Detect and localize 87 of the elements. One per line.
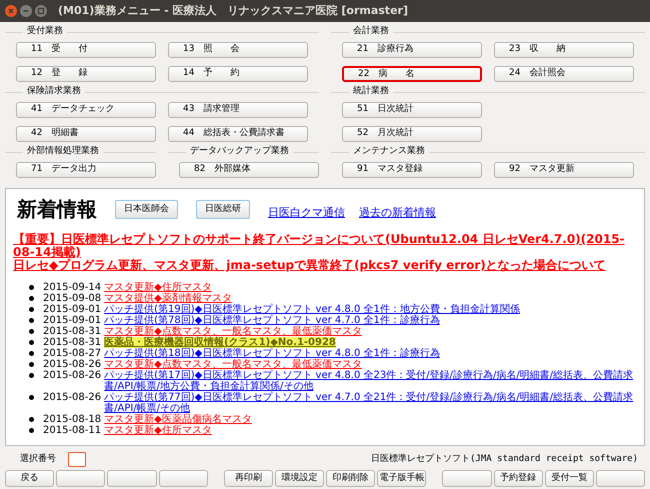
section-title: 外部情報処理業務: [26, 145, 100, 158]
menu-button[interactable]: 22 病 名: [342, 66, 482, 82]
section-title: 統計業務: [352, 85, 390, 98]
close-icon[interactable]: [5, 5, 17, 17]
section-title: 会計業務: [352, 25, 390, 38]
section-title: 保険請求業務: [26, 85, 82, 98]
function-key[interactable]: 再印刷: [224, 470, 273, 487]
function-key[interactable]: [56, 470, 106, 487]
menu-button[interactable]: 52 月次統計: [342, 126, 482, 142]
bullet-icon: [29, 296, 34, 301]
function-key[interactable]: [442, 470, 492, 487]
news-date: 2015-09-08: [43, 293, 102, 304]
function-key[interactable]: 戻る: [5, 470, 54, 487]
news-date: 2015-08-26: [43, 359, 102, 370]
news-date: 2015-09-14: [43, 282, 102, 293]
news-item-link[interactable]: パッチ提供(第18回)◆日医標準レセプトソフト ver 4.8.0 全1件：診療行為: [104, 348, 440, 359]
minimize-icon[interactable]: [20, 5, 32, 17]
news-item-link[interactable]: パッチ提供(第78回)◆日医標準レセプトソフト ver 4.7.0 全1件：診療行為: [104, 315, 440, 326]
selection-label: 選択番号: [20, 452, 56, 466]
bullet-icon: [29, 362, 34, 367]
menu-button[interactable]: 42 明細書: [16, 126, 156, 142]
news-date: 2015-08-11: [43, 425, 102, 436]
link-button[interactable]: 日本医師会: [115, 200, 178, 219]
menu-button[interactable]: 12 登 録: [16, 66, 156, 82]
news-date: 2015-08-26: [43, 370, 102, 383]
bullet-icon: [29, 395, 34, 400]
news-item-link[interactable]: マスタ更新◆住所マスタ: [104, 425, 212, 436]
menu-button[interactable]: 92 マスタ更新: [494, 162, 634, 178]
function-key[interactable]: 印刷削除: [326, 470, 376, 487]
function-key[interactable]: 予約登録: [494, 470, 543, 487]
selection-number-field[interactable]: [68, 452, 86, 467]
news-item-link[interactable]: マスタ更新◆点数マスタ、一般名マスタ、最低薬価マスタ: [104, 326, 362, 337]
news-item-link[interactable]: パッチ提供(第17回)◆日医標準レセプトソフト ver 4.8.0 全23件：受付/登録/診療行為/病名/明細書/総括表、公費請求書/API/帳票/地方公費・負担金計算関係/その他: [104, 370, 637, 392]
news-link[interactable]: 日医白クマ通信: [268, 204, 345, 221]
news-link[interactable]: 過去の新着情報: [359, 204, 436, 221]
news-date: 2015-08-31: [43, 337, 102, 348]
bullet-icon: [29, 351, 34, 356]
bullet-icon: [29, 307, 34, 312]
function-key[interactable]: 環境設定: [274, 470, 324, 487]
menu-button[interactable]: 23 収 納: [494, 42, 634, 58]
bullet-icon: [29, 428, 34, 433]
news-heading: 新着情報: [17, 197, 97, 221]
news-item-link[interactable]: マスタ提供◆薬剤情報マスタ: [104, 293, 232, 304]
section-title: データバックアップ業務: [189, 145, 290, 158]
bullet-icon: [29, 417, 34, 422]
menu-button[interactable]: 44 総括表・公費請求書: [168, 126, 308, 142]
link-button[interactable]: 日医総研: [196, 200, 250, 219]
bullet-icon: [29, 285, 34, 290]
menu-button[interactable]: 13 照 会: [168, 42, 308, 58]
bullet-icon: [29, 340, 34, 345]
function-key[interactable]: 受付一覧: [544, 470, 594, 487]
product-name: 日医標準レセプトソフト(JMA standard receipt software): [371, 452, 638, 466]
menu-button[interactable]: 51 日次統計: [342, 102, 482, 118]
news-date: 2015-08-18: [43, 414, 102, 425]
news-date: 2015-08-31: [43, 326, 102, 337]
news-item-link[interactable]: パッチ提供(第77回)◆日医標準レセプトソフト ver 4.7.0 全21件：受付/登録/診療行為/病名/明細書/総括表、公費請求書/API/帳票/その他: [104, 392, 637, 414]
news-item-link[interactable]: パッチ提供(第19回)◆日医標準レセプトソフト ver 4.8.0 全1件：地方公費・負担金計算関係: [104, 304, 520, 315]
news-item-link[interactable]: 医薬品・医療機器回収情報(クラス1)◆No.1-0928: [104, 337, 336, 348]
news-date: 2015-08-26: [43, 392, 102, 405]
menu-button[interactable]: 43 請求管理: [168, 102, 308, 118]
menu-button[interactable]: 24 会計照会: [494, 66, 634, 82]
function-key[interactable]: [596, 470, 646, 487]
news-date: 2015-08-27: [43, 348, 102, 359]
bullet-icon: [29, 329, 34, 334]
maximize-icon[interactable]: [35, 5, 47, 17]
news-date: 2015-09-01: [43, 315, 102, 326]
headline-link[interactable]: 【重要】日医標準レセプトソフトのサポート終了バージョンについて(Ubuntu12.04 日レセVer4.7.0)(2015-08-14掲載): [13, 233, 637, 259]
menu-button[interactable]: 11 受 付: [16, 42, 156, 58]
news-item-link[interactable]: マスタ更新◆医薬品傷病名マスタ: [104, 414, 252, 425]
function-key[interactable]: [107, 470, 157, 487]
function-key[interactable]: [158, 470, 208, 487]
menu-button[interactable]: 82 外部媒体: [179, 162, 319, 178]
news-item-link[interactable]: マスタ更新◆点数マスタ、一般名マスタ、最低薬価マスタ: [104, 359, 362, 370]
menu-button[interactable]: 14 予 約: [168, 66, 308, 82]
section-title: 受付業務: [26, 25, 64, 38]
menu-button[interactable]: 71 データ出力: [16, 162, 156, 178]
section-title: メンテナンス業務: [352, 145, 426, 158]
bullet-icon: [29, 318, 34, 323]
menu-button[interactable]: 91 マスタ登録: [342, 162, 482, 178]
headline-link[interactable]: 日レセ◆プログラム更新、マスタ更新、jma-setupで異常終了(pkcs7 verify error)となった場合について: [13, 259, 637, 272]
bullet-icon: [29, 373, 34, 378]
news-item-link[interactable]: マスタ更新◆住所マスタ: [104, 282, 212, 293]
menu-button[interactable]: 21 診療行為: [342, 42, 482, 58]
function-key[interactable]: 電子版手帳: [377, 470, 426, 487]
menu-button[interactable]: 41 データチェック: [16, 102, 156, 118]
window-title: (M01)業務メニュー - 医療法人 リナックスマニア医院 [ormaster]: [58, 2, 408, 19]
news-date: 2015-09-01: [43, 304, 102, 315]
